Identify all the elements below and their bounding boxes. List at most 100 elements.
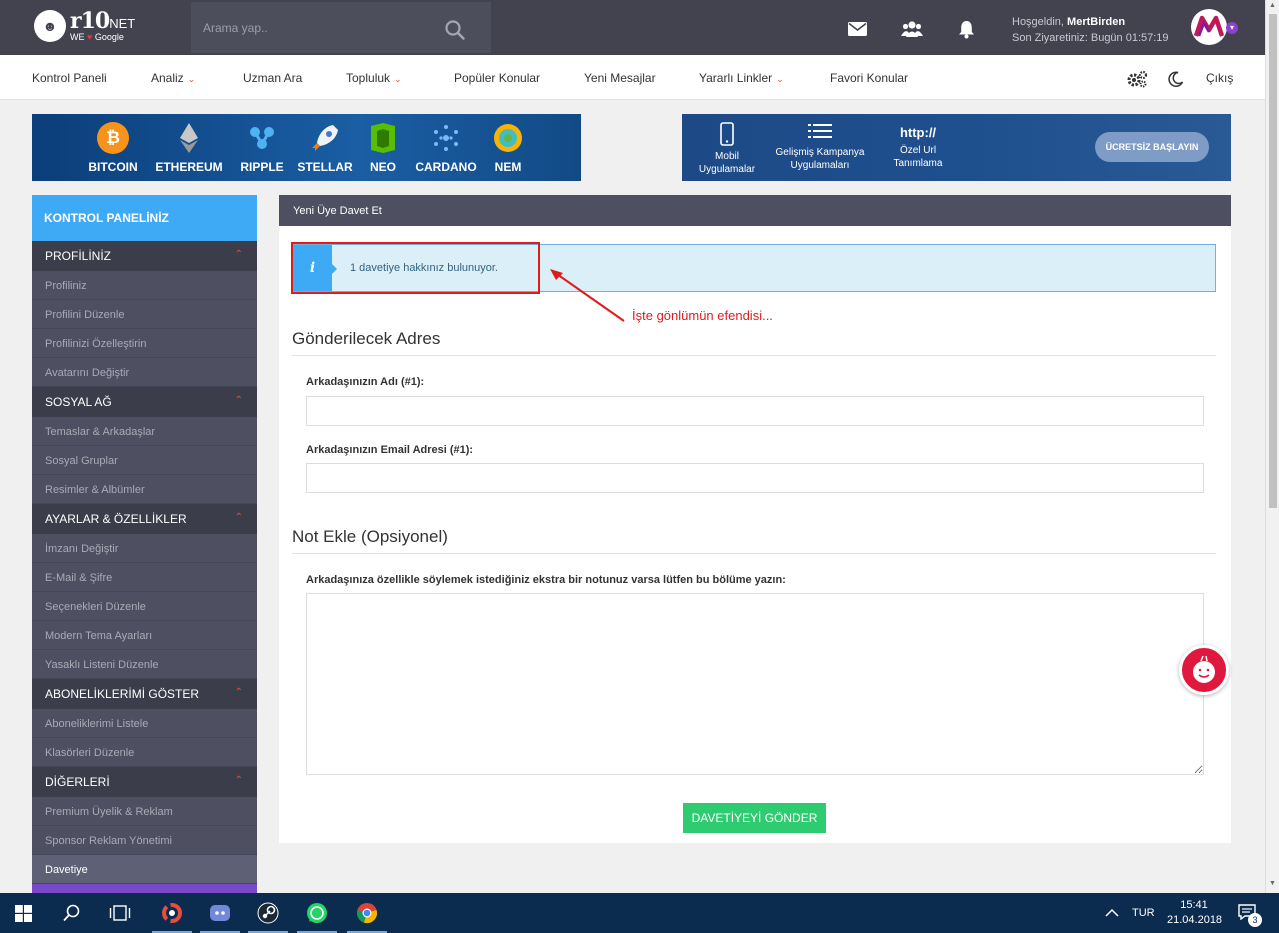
coin-ripple: RIPPLE — [237, 122, 287, 174]
sidebar-item-modern-tema[interactable]: Modern Tema Ayarları — [32, 621, 257, 650]
top-header: ☻ r10NET WE ♥ Google Hoşgeldin, MertBird… — [0, 0, 1265, 55]
clock-date: 21.04.2018 — [1167, 914, 1223, 926]
sidebar-item-profilini-duzenle[interactable]: Profilini Düzenle — [32, 300, 257, 329]
chat-mascot-button[interactable] — [1179, 645, 1229, 695]
avatar[interactable] — [1191, 9, 1227, 45]
free-start-button[interactable]: ÜCRETSİZ BAŞLAYIN — [1095, 132, 1209, 162]
note-textarea[interactable] — [306, 593, 1204, 775]
task-view-icon[interactable] — [109, 905, 131, 921]
clock-time: 15:41 — [1180, 899, 1208, 911]
section-title-address: Gönderilecek Adres — [292, 329, 1216, 356]
search-input[interactable] — [203, 18, 433, 38]
note-label: Arkadaşınıza özellikle söylemek istediği… — [306, 574, 786, 586]
friend-email-input[interactable] — [306, 463, 1204, 493]
logo-face-icon: ☻ — [34, 10, 66, 42]
sidebar-item-sponsor[interactable]: Sponsor Reklam Yönetimi — [32, 826, 257, 855]
scroll-thumb[interactable] — [1269, 14, 1277, 508]
chevron-up-icon: ⌃ — [234, 687, 243, 698]
chevron-up-icon[interactable] — [1105, 908, 1119, 917]
rocket-icon — [309, 122, 341, 154]
chevron-down-icon: ⌄ — [394, 74, 402, 84]
avatar-dropdown-icon[interactable]: ▾ — [1226, 22, 1238, 34]
logout-link[interactable]: Çıkış — [1206, 71, 1233, 85]
envelope-icon[interactable] — [848, 22, 867, 36]
sidebar-item-sosyal-gruplar[interactable]: Sosyal Gruplar — [32, 446, 257, 475]
sidebar-item-davetiye[interactable]: Davetiye — [32, 855, 257, 884]
nav-item-uzman-ara[interactable]: Uzman Ara — [243, 71, 302, 85]
sidebar-item-yasakli-liste[interactable]: Yasaklı Listeni Düzenle — [32, 650, 257, 679]
sidebar-section-abonelikler[interactable]: ABONELİKLERİMİ GÖSTER ⌃ — [32, 679, 257, 709]
panel-title: Yeni Üye Davet Et — [279, 195, 1231, 226]
welcome-block: Hoşgeldin, MertBirden Son Ziyaretiniz: B… — [1012, 14, 1169, 46]
sidebar-item-profilinizi-ozellestirin[interactable]: Profilinizi Özelleştirin — [32, 329, 257, 358]
chevron-up-icon: ⌃ — [234, 512, 243, 523]
sidebar-item-klasorler[interactable]: Klasörleri Düzenle — [32, 738, 257, 767]
nav-item-yararli-linkler[interactable]: Yararlı Linkler ⌄ — [699, 71, 784, 85]
discord-icon — [210, 905, 230, 921]
chevron-up-icon: ⌃ — [234, 395, 243, 406]
sidebar-item-premium[interactable]: Premium Üyelik & Reklam — [32, 797, 257, 826]
clock[interactable]: 15:41 21.04.2018 — [1167, 898, 1223, 928]
scroll-up-icon[interactable]: ▲ — [1269, 2, 1276, 9]
nem-icon — [492, 122, 524, 154]
friend-name-input[interactable] — [306, 396, 1204, 426]
search-icon[interactable] — [445, 20, 465, 40]
taskbar-discord[interactable] — [196, 893, 244, 933]
sidebar-item-avatarini-degistir[interactable]: Avatarını Değiştir — [32, 358, 257, 387]
language-indicator[interactable]: TUR — [1132, 907, 1155, 919]
main-nav: Kontrol Paneli Analiz ⌄ Uzman Ara Toplulu… — [0, 55, 1265, 100]
sidebar-section-digerleri[interactable]: DİĞERLERİ ⌃ — [32, 767, 257, 797]
ethereum-icon — [173, 122, 205, 154]
bell-icon[interactable] — [958, 20, 975, 39]
chevron-down-icon: ⌄ — [187, 74, 196, 84]
taskbar-whatsapp[interactable] — [293, 893, 341, 933]
avatar-logo-icon — [1193, 15, 1225, 37]
username-link[interactable]: MertBirden — [1067, 16, 1125, 28]
taskbar-app-1[interactable] — [148, 893, 196, 933]
sidebar-item-email-sifre[interactable]: E-Mail & Şifre — [32, 563, 257, 592]
bitcoin-icon: ₿ — [97, 122, 129, 154]
windows-taskbar: TUR 15:41 21.04.2018 3 — [0, 893, 1279, 933]
sidebar-section-ayarlar[interactable]: AYARLAR & ÖZELLİKLER ⌃ — [32, 504, 257, 534]
gears-icon[interactable] — [1126, 70, 1148, 88]
coin-neo: NEO — [365, 122, 401, 174]
logo-google-text: Google — [94, 32, 124, 42]
moon-icon[interactable] — [1168, 71, 1184, 87]
app-ring-icon — [162, 903, 182, 923]
taskbar-steam[interactable] — [244, 893, 292, 933]
friends-icon[interactable] — [901, 20, 923, 38]
sidebar-section-profiliniz[interactable]: PROFİLİNİZ ⌃ — [32, 241, 257, 271]
sidebar-item-secenekler[interactable]: Seçenekleri Düzenle — [32, 592, 257, 621]
nav-item-analiz[interactable]: Analiz ⌄ — [151, 71, 195, 85]
site-logo[interactable]: ☻ r10NET WE ♥ Google — [34, 10, 135, 42]
logo-main-text: r10 — [70, 8, 110, 34]
feature-mobile: Mobil Uygulamalar — [692, 122, 762, 176]
scroll-down-icon[interactable]: ▼ — [1269, 880, 1276, 887]
mobile-phone-icon — [720, 122, 734, 146]
sidebar-item-abonelik-listele[interactable]: Aboneliklerimi Listele — [32, 709, 257, 738]
send-invite-button[interactable]: DAVETİYEYİ GÖNDER — [683, 803, 826, 833]
coin-cardano: CARDANO — [414, 122, 478, 174]
search-box — [191, 2, 491, 53]
taskbar-chrome[interactable] — [343, 893, 391, 933]
annotation-text: İşte gönlümün efendisi... — [632, 308, 773, 323]
search-icon[interactable] — [63, 904, 81, 922]
sidebar-item-temaslar[interactable]: Temaslar & Arkadaşlar — [32, 417, 257, 446]
nav-item-populer-konular[interactable]: Popüler Konular — [454, 71, 540, 85]
windows-start-icon[interactable] — [15, 905, 32, 922]
sidebar-item-imza[interactable]: İmzanı Değiştir — [32, 534, 257, 563]
nav-item-kontrol-paneli[interactable]: Kontrol Paneli — [32, 71, 107, 85]
annotation-arrow-icon — [550, 269, 625, 322]
ripple-icon — [246, 122, 278, 154]
nav-item-topluluk[interactable]: Topluluk ⌄ — [346, 71, 402, 85]
crypto-banner[interactable]: ₿ BITCOIN ETHEREUM RIPPLE STELLAR NEO CAR… — [32, 114, 581, 181]
sidebar-item-profiliniz[interactable]: Profiliniz — [32, 271, 257, 300]
sidebar-section-sosyal-ag[interactable]: SOSYAL AĞ ⌃ — [32, 387, 257, 417]
page-scrollbar[interactable]: ▲ ▼ — [1265, 0, 1279, 893]
features-banner[interactable]: Mobil Uygulamalar Gelişmiş Kampanya Uygu… — [682, 114, 1231, 181]
nav-item-favori-konular[interactable]: Favori Konular — [830, 71, 908, 85]
highlight-box — [291, 242, 540, 294]
nav-item-yeni-mesajlar[interactable]: Yeni Mesajlar — [584, 71, 656, 85]
neo-icon — [367, 122, 399, 154]
sidebar-item-resimler[interactable]: Resimler & Albümler — [32, 475, 257, 504]
